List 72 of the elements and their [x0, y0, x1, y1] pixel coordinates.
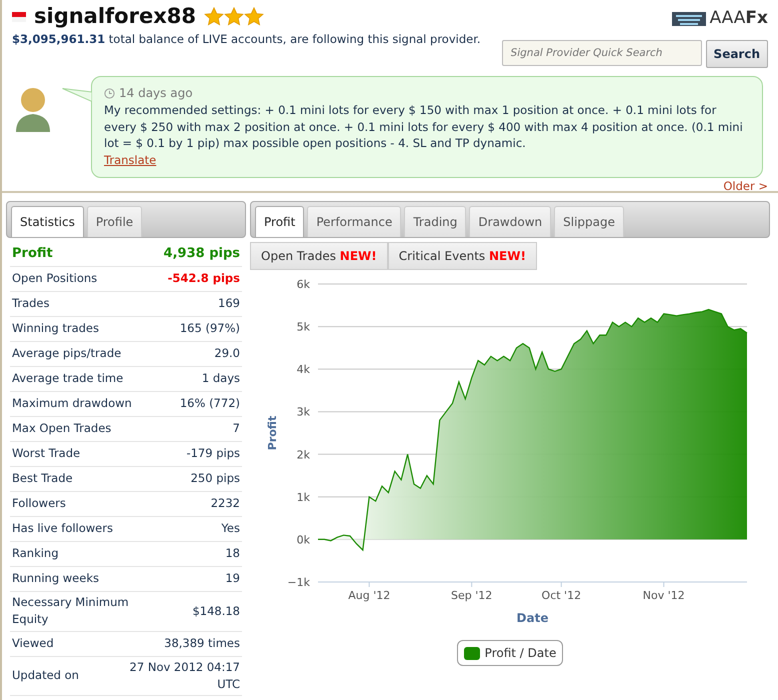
- older-link[interactable]: Older >: [723, 178, 768, 193]
- stat-label: Viewed: [12, 634, 54, 652]
- stat-value: Yes: [221, 520, 240, 538]
- stat-label: Updated on: [12, 667, 79, 684]
- stat-label: Average pips/trade: [12, 345, 122, 362]
- stat-label: Open Positions: [12, 270, 98, 288]
- stat-label: Necessary Minimum Equity: [12, 594, 130, 628]
- x-axis-title: Date: [516, 611, 548, 625]
- clock-icon: [104, 88, 115, 99]
- stat-value: -179 pips: [186, 445, 240, 462]
- stat-value: 7: [232, 420, 240, 438]
- x-tick-label: Sep '12: [451, 589, 492, 602]
- tab[interactable]: Trading: [404, 206, 466, 237]
- stat-label: Profit: [12, 245, 53, 264]
- stat-label: Followers: [12, 495, 66, 512]
- legend-label: Profit / Date: [484, 645, 556, 662]
- search-field[interactable]: Signal Provider Quick Search: [502, 40, 702, 66]
- stat-value: 165 (97%): [180, 320, 240, 338]
- legend-swatch: [464, 646, 480, 660]
- y-tick-label: 1k: [296, 490, 310, 504]
- tab[interactable]: Profit: [255, 206, 304, 237]
- tab[interactable]: Slippage: [554, 206, 624, 237]
- stat-label: Worst Trade: [12, 445, 80, 462]
- stat-label: Average trade time: [12, 370, 124, 388]
- stat-value: 19: [225, 570, 240, 588]
- tab[interactable]: Drawdown: [469, 206, 552, 237]
- message-time: 14 days ago: [119, 84, 193, 102]
- stat-value: 1 days: [202, 370, 240, 388]
- y-tick-label: 6k: [296, 278, 310, 291]
- tab[interactable]: Statistics: [11, 206, 84, 237]
- y-tick-label: 2k: [296, 448, 310, 462]
- tab[interactable]: Profile: [86, 206, 142, 237]
- stat-label: Winning trades: [12, 320, 99, 338]
- x-tick-label: Aug '12: [348, 589, 390, 602]
- brand-logo: AAAFx: [710, 7, 768, 30]
- chart-legend[interactable]: Profit / Date: [456, 640, 564, 666]
- balance-text: $3,095,961.31 total balance of LIVE accounts, are following this signal provider.: [12, 31, 481, 48]
- stat-value: 18: [225, 545, 240, 562]
- stat-label: Best Trade: [12, 470, 73, 488]
- stat-label: Max Open Trades: [12, 420, 112, 438]
- tab[interactable]: Performance: [307, 206, 402, 237]
- stat-value: $148.18: [192, 602, 240, 620]
- stat-value: 27 Nov 2012 04:17 UTC: [128, 658, 240, 693]
- y-tick-label: 4k: [296, 363, 310, 376]
- stat-label: Trades: [12, 295, 50, 312]
- stat-value: -542.8 pips: [168, 270, 240, 288]
- flag-icon: [12, 12, 26, 22]
- stat-value: 250 pips: [190, 470, 240, 488]
- logo-icon: [672, 12, 706, 26]
- stat-value: 169: [218, 295, 240, 312]
- stat-label: Ranking: [12, 545, 59, 562]
- y-tick-label: 3k: [296, 406, 310, 419]
- translate-link[interactable]: Translate: [104, 152, 156, 167]
- provider-name: signalforex88: [34, 6, 196, 27]
- y-tick-label: 0k: [296, 533, 310, 546]
- x-tick-label: Oct '12: [542, 589, 582, 602]
- stat-label: Has live followers: [12, 520, 113, 538]
- stat-value: 2232: [210, 495, 240, 512]
- stat-value: 29.0: [214, 345, 240, 362]
- x-tick-label: Nov '12: [642, 589, 685, 602]
- y-tick-label: 5k: [296, 320, 310, 334]
- message-text: My recommended settings: + 0.1 mini lots for every $ 150 with max 1 position at once. + 0.1 mini lots for every $ 250 with max 2 position at once. + 0.1 mini lots for every $ 400 with max 4 position at once. (0.1 mini lot = $ 0.1 by 1 pip) max possible open positions - 4. SL and TP dynamic.: [104, 102, 744, 152]
- stat-label: Maximum drawdown: [12, 395, 132, 412]
- stat-value: 38,389 times: [164, 634, 240, 652]
- search-button[interactable]: Search: [706, 40, 768, 68]
- stat-value: 16% (772): [180, 395, 240, 412]
- stat-value: 4,938 pips: [164, 245, 240, 264]
- stat-label: Running weeks: [12, 570, 99, 588]
- y-axis-title: Profit: [266, 416, 279, 450]
- sub-tab-button[interactable]: Open Trades NEW!: [250, 242, 388, 270]
- y-tick-label: −1k: [287, 576, 310, 589]
- sub-tab-button[interactable]: Critical Events NEW!: [388, 242, 537, 270]
